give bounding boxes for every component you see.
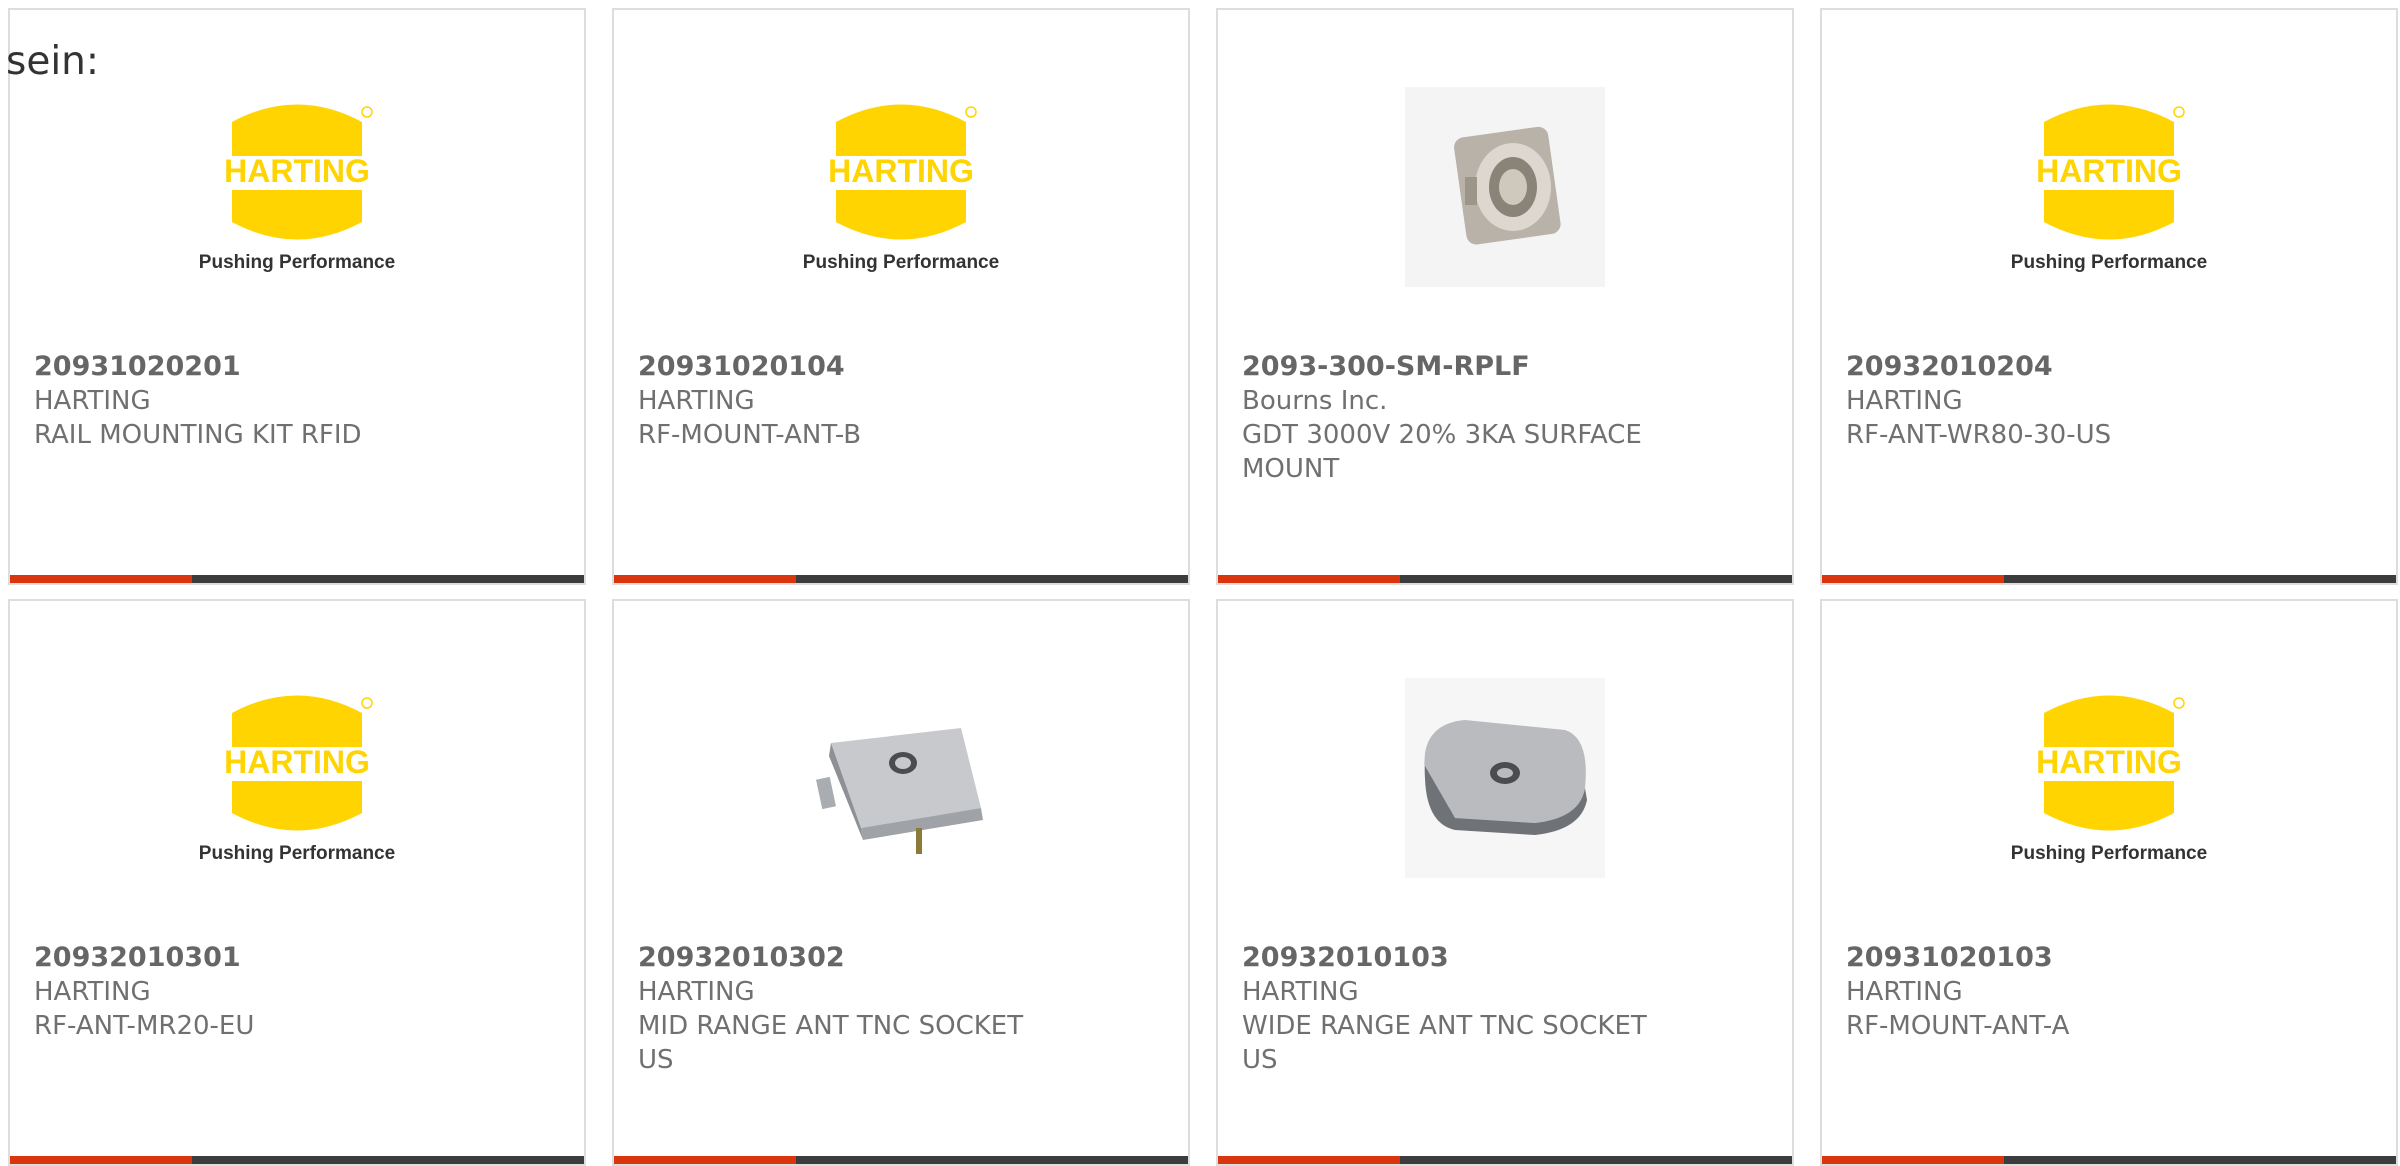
card-bottom-bar [1218, 575, 1792, 583]
product-card[interactable]: 20932010103 HARTING WIDE RANGE ANT TNC S… [1216, 599, 1794, 1166]
part-number[interactable]: 20932010204 [1846, 350, 2266, 384]
harting-wordmark: HARTING [224, 744, 370, 780]
antenna-icon [1405, 678, 1605, 878]
manufacturer: Bourns Inc. [1242, 386, 1388, 416]
card-bottom-bar [1822, 575, 2396, 583]
harting-logo-icon: HARTING Pushing Performance [2011, 695, 2207, 864]
product-card[interactable]: HARTING Pushing Performance 20932010301 … [8, 599, 586, 1166]
card-bottom-bar [10, 575, 584, 583]
manufacturer: HARTING [1846, 977, 1963, 1007]
product-image: HARTING Pushing Performance [192, 82, 402, 292]
intro-text: sein: [6, 39, 100, 84]
description: RF-MOUNT-ANT-A [1846, 1011, 2070, 1041]
card-bottom-bar [614, 575, 1188, 583]
product-grid: HARTING Pushing Performance 20931020201 … [8, 8, 2398, 1166]
manufacturer: HARTING [34, 977, 151, 1007]
card-bottom-bar [1822, 1156, 2396, 1164]
product-image [1400, 82, 1610, 292]
harting-logo-icon: HARTING Pushing Performance [2011, 104, 2207, 273]
product-card[interactable]: HARTING Pushing Performance 20931020103 … [1820, 599, 2398, 1166]
manufacturer: HARTING [1846, 386, 1963, 416]
card-bottom-bar [1218, 1156, 1792, 1164]
description: RF-ANT-MR20-EU [34, 1011, 255, 1041]
card-bottom-bar [10, 1156, 584, 1164]
product-image: HARTING Pushing Performance [796, 82, 1006, 292]
harting-wordmark: HARTING [828, 153, 974, 189]
manufacturer: HARTING [1242, 977, 1359, 1007]
description: MID RANGE ANT TNC SOCKET US [638, 1011, 1024, 1075]
harting-tagline: Pushing Performance [2011, 843, 2207, 864]
product-card[interactable]: HARTING Pushing Performance 20931020104 … [612, 8, 1190, 585]
description: RF-MOUNT-ANT-B [638, 420, 862, 450]
part-number[interactable]: 20931020104 [638, 350, 1058, 384]
product-card[interactable]: HARTING Pushing Performance 20931020201 … [8, 8, 586, 585]
description: WIDE RANGE ANT TNC SOCKET US [1242, 1011, 1647, 1075]
card-bottom-bar [614, 1156, 1188, 1164]
harting-wordmark: HARTING [2036, 744, 2182, 780]
description: GDT 3000V 20% 3KA SURFACE MOUNT [1242, 420, 1642, 484]
harting-tagline: Pushing Performance [803, 252, 999, 273]
product-image [796, 673, 1006, 883]
product-image [1400, 673, 1610, 883]
harting-logo-icon: HARTING Pushing Performance [199, 695, 395, 864]
part-number[interactable]: 20931020201 [34, 350, 454, 384]
part-number[interactable]: 20932010302 [638, 941, 1058, 975]
harting-wordmark: HARTING [224, 153, 370, 189]
description: RF-ANT-WR80-30-US [1846, 420, 2112, 450]
antenna-icon [816, 728, 983, 854]
harting-logo-icon: HARTING Pushing Performance [803, 104, 999, 273]
gas-discharge-tube-icon [1405, 87, 1605, 287]
product-image: HARTING Pushing Performance [2004, 82, 2214, 292]
part-number[interactable]: 20932010301 [34, 941, 454, 975]
harting-wordmark: HARTING [2036, 153, 2182, 189]
product-image: HARTING Pushing Performance [2004, 673, 2214, 883]
product-card[interactable]: 20932010302 HARTING MID RANGE ANT TNC SO… [612, 599, 1190, 1166]
product-card[interactable]: 2093-300-SM-RPLF Bourns Inc. GDT 3000V 2… [1216, 8, 1794, 585]
product-card[interactable]: HARTING Pushing Performance 20932010204 … [1820, 8, 2398, 585]
manufacturer: HARTING [34, 386, 151, 416]
harting-tagline: Pushing Performance [199, 252, 395, 273]
part-number[interactable]: 2093-300-SM-RPLF [1242, 350, 1662, 384]
harting-tagline: Pushing Performance [2011, 252, 2207, 273]
manufacturer: HARTING [638, 386, 755, 416]
part-number[interactable]: 20931020103 [1846, 941, 2266, 975]
harting-tagline: Pushing Performance [199, 843, 395, 864]
part-number[interactable]: 20932010103 [1242, 941, 1662, 975]
manufacturer: HARTING [638, 977, 755, 1007]
harting-logo-icon: HARTING Pushing Performance [199, 104, 395, 273]
product-image: HARTING Pushing Performance [192, 673, 402, 883]
description: RAIL MOUNTING KIT RFID [34, 420, 362, 450]
